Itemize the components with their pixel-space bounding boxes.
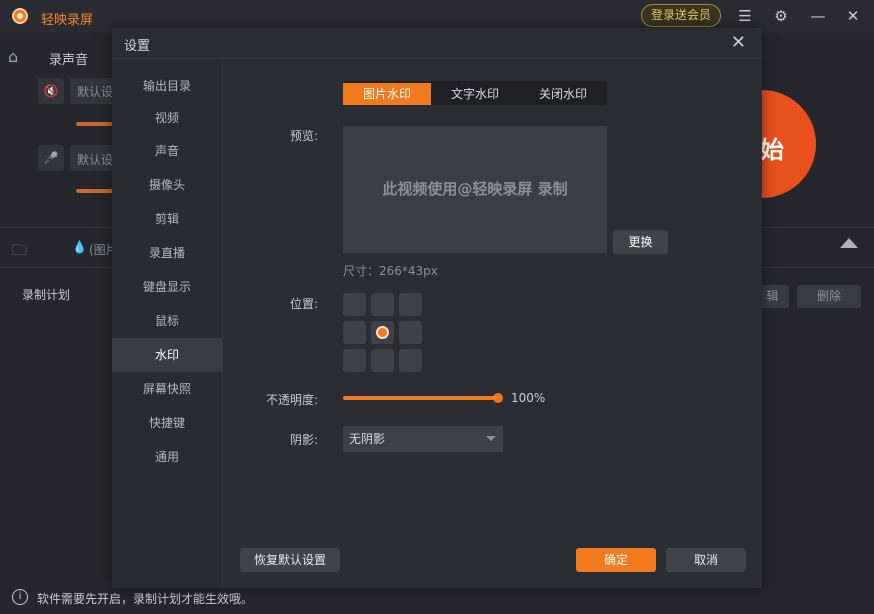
chevron-down-icon xyxy=(486,436,496,441)
sidebar-item-camera[interactable]: 摄像头 xyxy=(112,168,222,202)
preview-label: 预览: xyxy=(228,127,318,144)
position-top-left[interactable] xyxy=(343,293,366,316)
home-icon[interactable]: ⌂ xyxy=(8,48,26,66)
app-title: 轻映录屏 xyxy=(41,9,93,28)
sidebar-item-mouse[interactable]: 鼠标 xyxy=(112,304,222,338)
speaker-volume-slider[interactable] xyxy=(76,122,116,126)
position-top-right[interactable] xyxy=(399,293,422,316)
opacity-slider[interactable] xyxy=(343,396,498,400)
settings-icon[interactable]: ⚙ xyxy=(771,6,791,26)
sidebar-item-audio[interactable]: 声音 xyxy=(112,134,222,168)
confirm-button[interactable]: 确定 xyxy=(576,548,656,572)
tab-disable-watermark[interactable]: 关闭水印 xyxy=(519,83,607,105)
record-audio-label: 录声音 xyxy=(49,49,88,68)
change-image-button[interactable]: 更换 xyxy=(613,230,668,254)
sidebar-item-general[interactable]: 通用 xyxy=(112,440,222,474)
record-schedule-label: 录制计划 xyxy=(22,286,70,303)
start-button-label: 始 xyxy=(760,130,784,165)
sidebar-item-video[interactable]: 视频 xyxy=(112,101,222,135)
shadow-select-value: 无阴影 xyxy=(349,432,385,446)
selected-position-radio-icon xyxy=(376,326,389,339)
opacity-label: 不透明度: xyxy=(228,391,318,408)
minimize-icon[interactable]: — xyxy=(808,6,828,26)
sidebar-item-output-dir[interactable]: 输出目录 xyxy=(112,69,222,103)
mic-muted-icon[interactable]: 🎤 xyxy=(38,145,64,171)
watermark-tabs: 图片水印 文字水印 关闭水印 xyxy=(343,81,607,105)
position-label: 位置: xyxy=(228,295,318,312)
sidebar-item-hotkeys[interactable]: 快捷键 xyxy=(112,406,222,440)
restore-defaults-button[interactable]: 恢复默认设置 xyxy=(240,548,340,572)
image-size-text: 尺寸：266*43px xyxy=(343,262,438,279)
tab-image-watermark[interactable]: 图片水印 xyxy=(343,83,431,105)
sidebar-item-watermark[interactable]: 水印 xyxy=(112,338,222,372)
position-bottom-center[interactable] xyxy=(371,349,394,372)
opacity-slider-fill xyxy=(343,396,498,400)
opacity-slider-thumb[interactable] xyxy=(493,393,503,403)
dialog-close-icon[interactable]: ✕ xyxy=(731,32,746,53)
opacity-value: 100% xyxy=(511,391,545,405)
info-icon: i xyxy=(12,589,28,605)
position-middle-center[interactable] xyxy=(371,321,394,344)
footer-notice: 软件需要先开启，录制计划才能生效哦。 xyxy=(37,590,253,607)
watermark-preview: 此视频使用@轻映录屏 录制 xyxy=(343,126,607,253)
settings-dialog: 设置 ✕ 输出目录 视频 声音 摄像头 剪辑 录直播 键盘显示 鼠标 水印 屏幕… xyxy=(112,28,762,588)
watermark-drop-icon[interactable]: 💧 xyxy=(72,240,87,254)
preview-watermark-text: 此视频使用@轻映录屏 录制 xyxy=(343,178,607,199)
position-bottom-left[interactable] xyxy=(343,349,366,372)
delete-schedule-button[interactable]: 删除 xyxy=(797,285,861,308)
speaker-device-value: 默认设 xyxy=(77,83,113,100)
sidebar-item-snapshot[interactable]: 屏幕快照 xyxy=(112,372,222,406)
vip-login-button[interactable]: 登录送会员 xyxy=(641,4,721,27)
cancel-button[interactable]: 取消 xyxy=(666,548,746,572)
folder-icon[interactable]: 🗀 xyxy=(12,240,27,265)
sidebar-item-edit[interactable]: 剪辑 xyxy=(112,202,222,236)
close-icon[interactable]: ✕ xyxy=(843,6,863,26)
sidebar-item-keyboard[interactable]: 键盘显示 xyxy=(112,270,222,304)
settings-sidebar: 输出目录 视频 声音 摄像头 剪辑 录直播 键盘显示 鼠标 水印 屏幕快照 快捷… xyxy=(112,59,223,588)
menu-icon[interactable]: ☰ xyxy=(735,6,755,26)
tab-text-watermark[interactable]: 文字水印 xyxy=(431,83,519,105)
app-logo-icon xyxy=(12,8,28,24)
watermark-settings-panel: 图片水印 文字水印 关闭水印 预览: 此视频使用@轻映录屏 录制 更换 尺寸：2… xyxy=(223,59,762,588)
mic-volume-slider[interactable] xyxy=(76,189,116,193)
shadow-select[interactable]: 无阴影 xyxy=(343,426,503,452)
speaker-muted-icon[interactable]: 🔇 xyxy=(38,78,64,104)
dialog-title: 设置 xyxy=(124,35,150,54)
mic-device-value: 默认设 xyxy=(77,151,113,168)
position-top-center[interactable] xyxy=(371,293,394,316)
position-bottom-right[interactable] xyxy=(399,349,422,372)
sidebar-item-live[interactable]: 录直播 xyxy=(112,236,222,270)
collapse-arrow-icon[interactable] xyxy=(840,238,858,248)
position-middle-right[interactable] xyxy=(399,321,422,344)
position-middle-left[interactable] xyxy=(343,321,366,344)
shadow-label: 阴影: xyxy=(228,431,318,448)
